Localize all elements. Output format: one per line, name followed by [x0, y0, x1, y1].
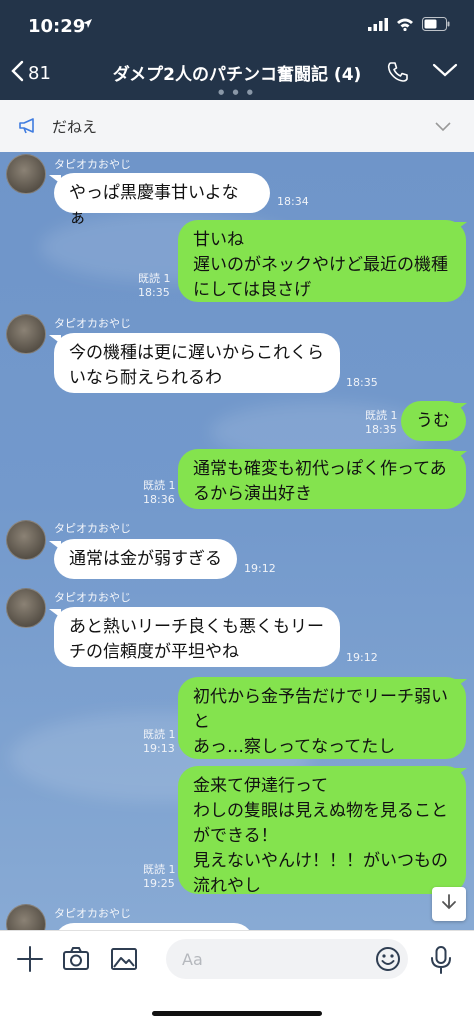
chat-area[interactable]: タピオカおやじ やっぱ黒慶事甘いよなぁ 18:34 甘いね 遅いのがネックやけど… [0, 152, 474, 930]
message-time: 19:12 [244, 562, 276, 575]
scroll-to-bottom-button[interactable] [432, 887, 466, 921]
message-time: 19:13 [143, 742, 175, 755]
read-receipt: 既読 1 [365, 409, 398, 422]
avatar[interactable] [6, 314, 46, 354]
message-time: 18:35 [138, 286, 170, 299]
announcement-bar[interactable]: だねえ [0, 100, 474, 153]
message-time: 18:34 [277, 195, 309, 208]
home-indicator [152, 1011, 322, 1016]
avatar[interactable] [6, 588, 46, 628]
chat-header: 10:29 81 ダメプ2人のパチンコ奮闘記 (4) ● ● ● [0, 0, 474, 100]
message-bubble[interactable]: うむ [401, 401, 466, 441]
read-receipt: 既読 1 [143, 863, 176, 876]
page-indicator: ● ● ● [218, 88, 256, 96]
chevron-left-icon [10, 60, 24, 87]
message-bubble[interactable]: 通常は金が弱すぎる [54, 539, 237, 579]
signal-icon [368, 16, 388, 35]
chat-title: ダメプ2人のパチンコ奮闘記 (4) [112, 65, 362, 85]
sender-name: タピオカおやじ [54, 522, 131, 535]
message-bubble[interactable]: 金来て伊達行って わしの隻眼は見えぬ物を見ること ができる！ 見えないやんけ！！… [178, 766, 466, 896]
message-bubble[interactable]: あと熱いリーチ良くも悪くもリー チの信頼度が平坦やね [54, 607, 340, 667]
phone-icon[interactable] [386, 60, 410, 88]
battery-icon [422, 16, 450, 35]
location-arrow-icon [82, 18, 93, 33]
message-bubble[interactable]: 甘いね 遅いのがネックやけど最近の機種 にしては良さげ [178, 220, 466, 302]
message-time: 19:25 [143, 877, 175, 890]
read-receipt: 既読 1 [143, 479, 176, 492]
sender-name: タピオカおやじ [54, 158, 131, 171]
chevron-down-icon[interactable] [432, 62, 458, 82]
emoji-icon[interactable] [374, 945, 402, 977]
avatar[interactable] [6, 520, 46, 560]
avatar[interactable] [6, 904, 46, 930]
status-time: 10:29 [28, 16, 86, 37]
sender-name: タピオカおやじ [54, 317, 131, 330]
image-icon[interactable] [110, 945, 138, 977]
sender-name: タピオカおやじ [54, 591, 131, 604]
arrow-down-icon [441, 893, 457, 915]
message-bubble[interactable]: 通常も確変も初代っぽく作ってあ るから演出好き [178, 449, 466, 509]
chevron-down-icon[interactable] [434, 118, 452, 137]
megaphone-icon [18, 117, 38, 135]
plus-icon[interactable] [16, 945, 44, 977]
avatar[interactable] [6, 154, 46, 194]
message-input-bar [0, 930, 474, 1025]
status-icons [368, 16, 450, 35]
message-bubble[interactable]: 初代から金予告だけでリーチ弱い と あっ…察しってなってたし [178, 677, 466, 759]
message-bubble[interactable]: 今の機種は更に遅いからこれくら いなら耐えられるわ [54, 333, 340, 393]
message-time: 19:12 [346, 651, 378, 664]
unread-count: 81 [28, 63, 51, 84]
message-time: 18:35 [365, 423, 397, 436]
back-button[interactable]: 81 [10, 60, 51, 87]
message-input[interactable] [166, 939, 408, 979]
message-bubble[interactable] [54, 923, 254, 930]
message-time: 18:35 [346, 376, 378, 389]
announcement-text: だねえ [52, 117, 98, 136]
microphone-icon[interactable] [428, 945, 454, 979]
camera-icon[interactable] [62, 945, 90, 977]
message-time: 18:36 [143, 493, 175, 506]
message-bubble[interactable]: やっぱ黒慶事甘いよなぁ [54, 173, 270, 228]
read-receipt: 既読 1 [143, 728, 176, 741]
sender-name: タピオカおやじ [54, 907, 131, 920]
wifi-icon [396, 16, 414, 35]
read-receipt: 既読 1 [138, 272, 171, 285]
